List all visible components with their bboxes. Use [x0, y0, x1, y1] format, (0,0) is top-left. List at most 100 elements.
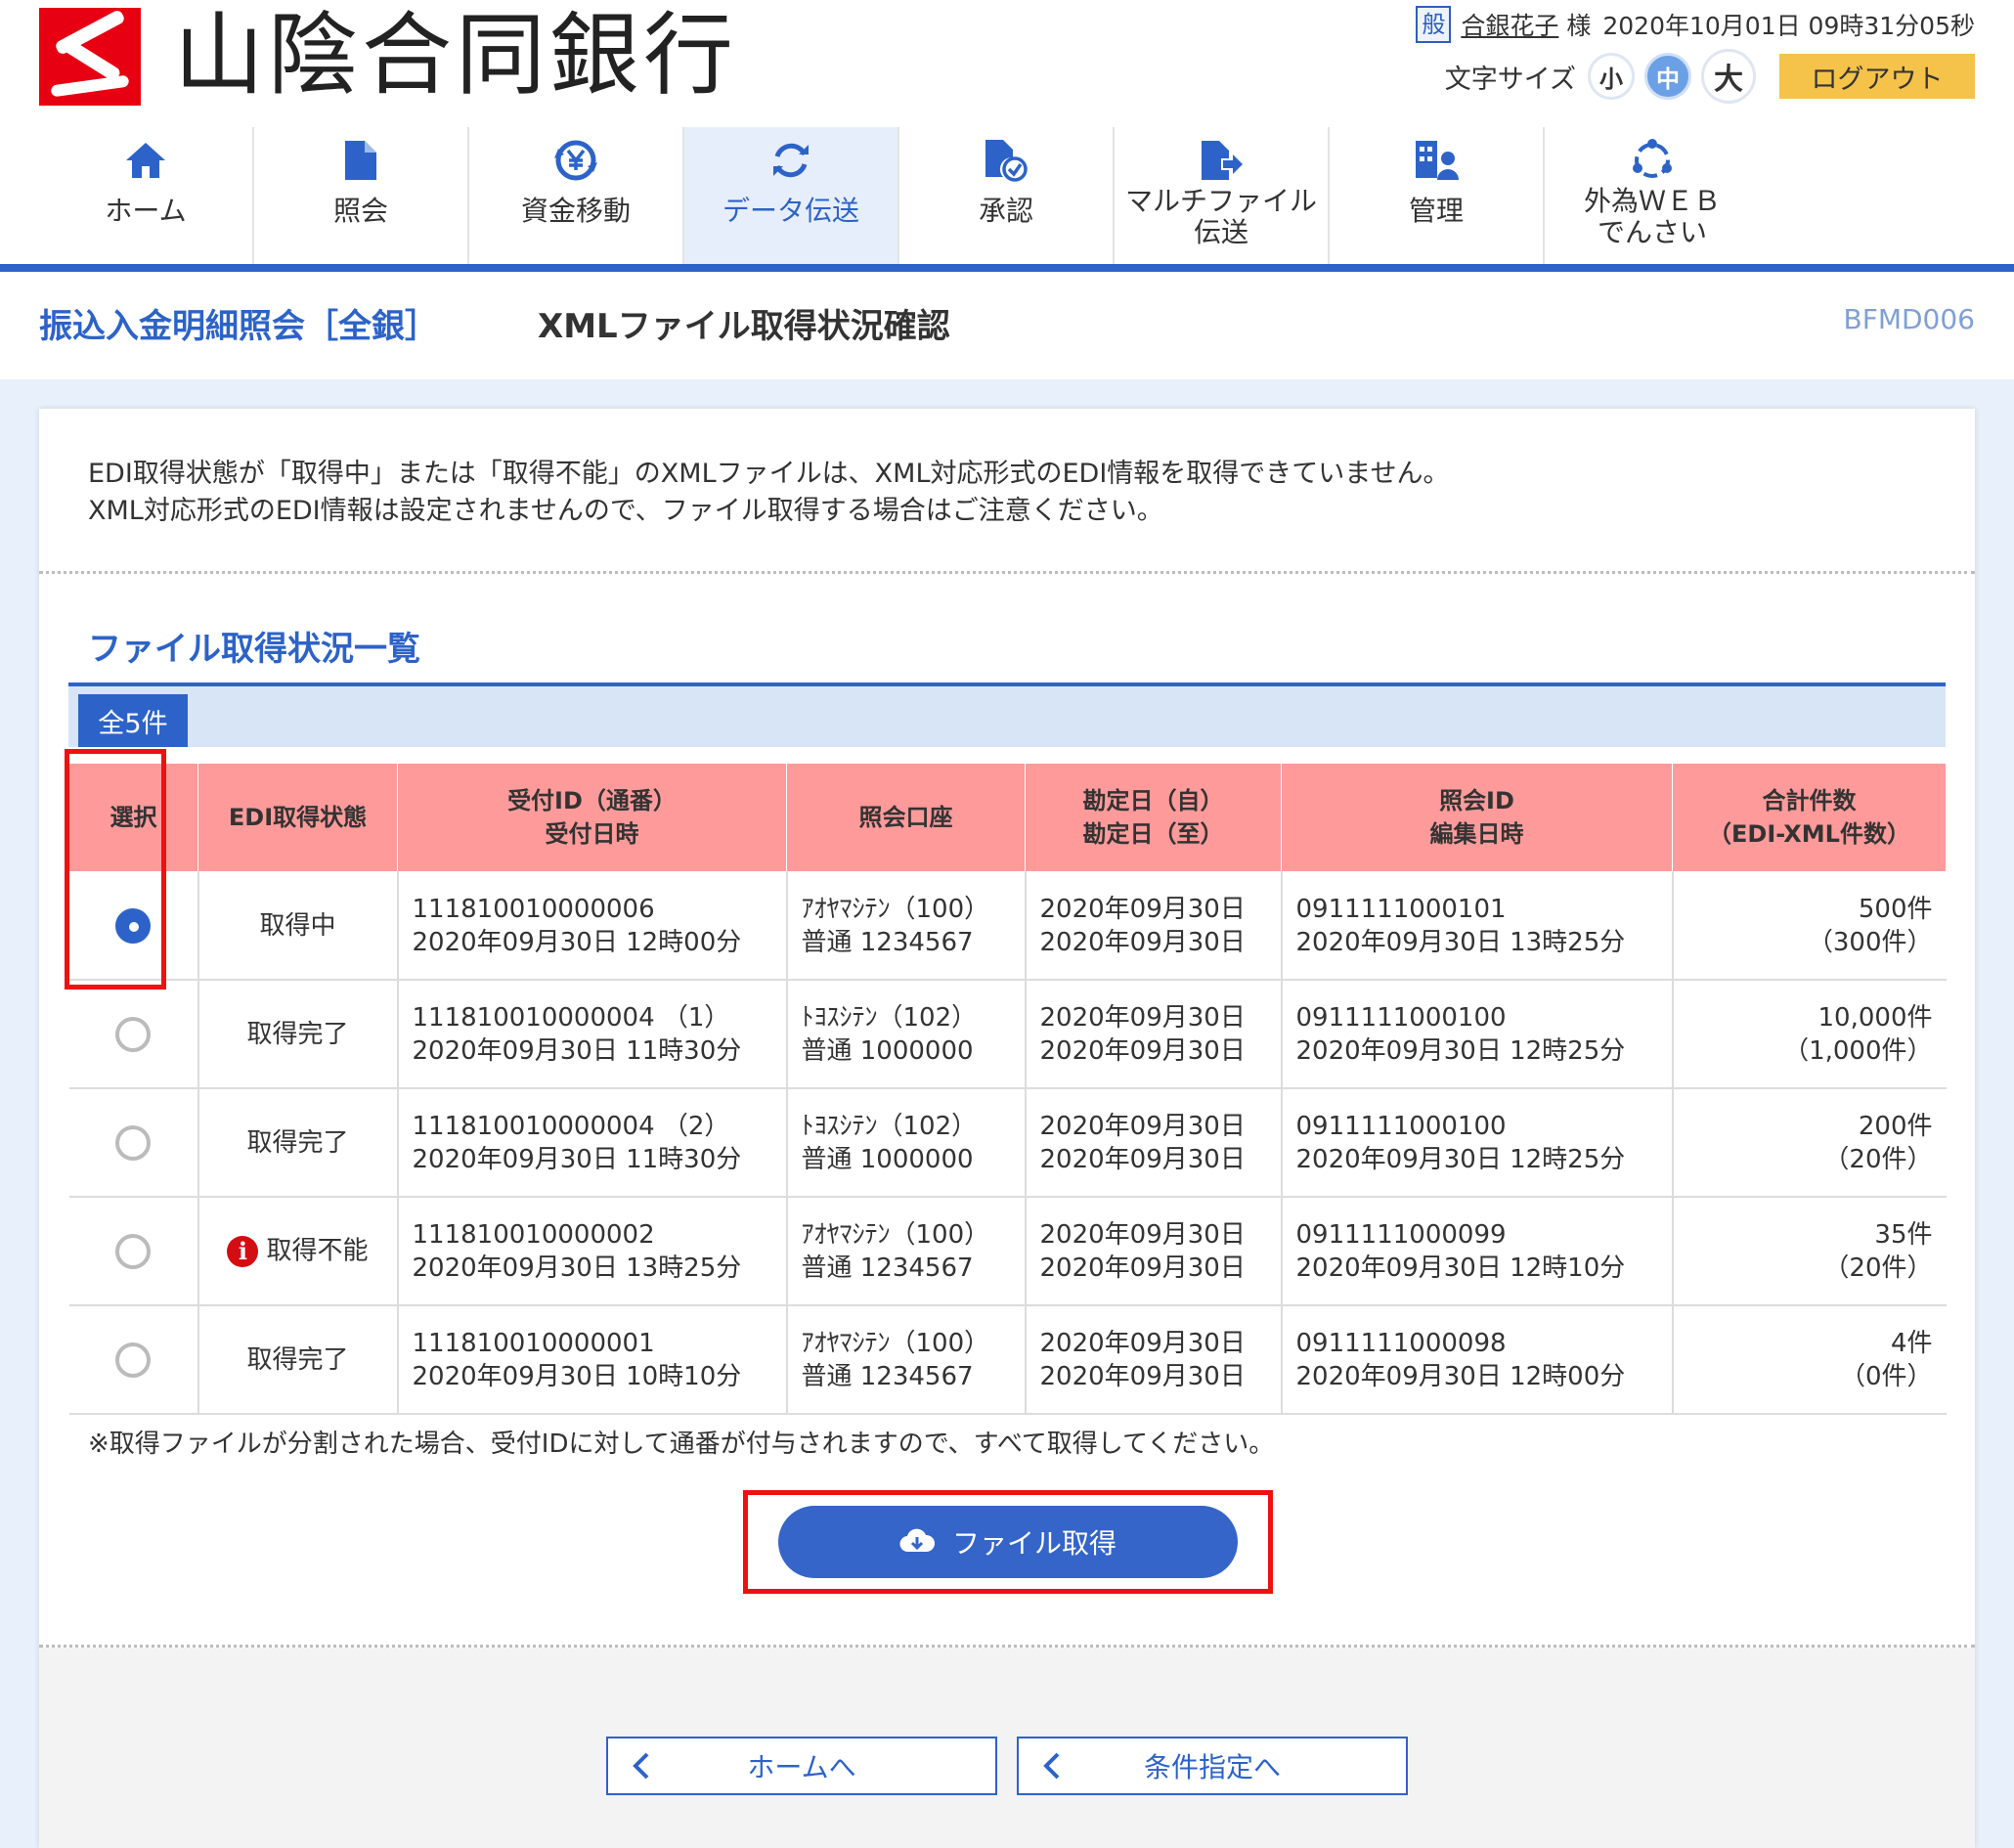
account-branch: ｱｵﾔﾏｼﾃﾝ（100）	[801, 1328, 990, 1358]
nav-foreign-exchange-label: 外為ＷＥＢ でんさい	[1583, 185, 1721, 248]
date-cell: 2020年09月30日 2020年09月30日	[1025, 1197, 1283, 1306]
count-cell: 10,000件 （1,000件）	[1672, 980, 1947, 1089]
query-id: 0911111000100	[1295, 1002, 1507, 1033]
nav-multi-file-transfer[interactable]: マルチファイル 伝送	[1115, 127, 1330, 264]
user-type-badge: 般	[1416, 6, 1452, 43]
nav-inquiry[interactable]: 照会	[254, 127, 469, 264]
table-row[interactable]: 取得中 111810010000006 2020年09月30日 12時00分 ｱｵ…	[68, 871, 1947, 981]
edit-datetime: 2020年09月30日 13時25分	[1295, 927, 1626, 957]
edi-status: 取得完了	[197, 1305, 399, 1415]
table-row[interactable]: 取得完了 111810010000004 （1） 2020年09月30日 11時3…	[68, 980, 1947, 1089]
table-row[interactable]: 取得完了 111810010000001 2020年09月30日 10時10分 ｱ…	[68, 1305, 1947, 1415]
accept-cell: 111810010000001 2020年09月30日 10時10分	[397, 1305, 788, 1415]
table-header-row: 選択 EDI取得状態 受付ID（通番） 受付日時 照会口座 勘定日（自） 勘定日…	[68, 763, 1947, 872]
select-radio[interactable]	[115, 1016, 151, 1052]
edit-datetime: 2020年09月30日 12時00分	[1295, 1361, 1626, 1391]
nav-approval[interactable]: 承認	[899, 127, 1115, 264]
col-header-select: 選択	[68, 763, 198, 872]
total-count-badge: 全5件	[78, 694, 188, 747]
select-radio[interactable]	[115, 907, 151, 944]
font-size-label: 文字サイズ	[1444, 64, 1576, 95]
nav-data-transmission[interactable]: データ伝送	[684, 127, 899, 264]
col-header-account: 照会口座	[786, 763, 1026, 872]
nav-management-label: 管理	[1408, 195, 1464, 227]
edi-status: 取得完了	[197, 980, 399, 1089]
header: 山陰合同銀行 般 合銀花子 様 2020年10月01日 09時31分05秒 文字…	[0, 0, 2014, 127]
accept-cell: 111810010000004 （2） 2020年09月30日 11時30分	[397, 1088, 788, 1198]
count-strip: 全5件	[68, 686, 1946, 747]
accept-id: 111810010000004 （1）	[412, 1002, 730, 1033]
back-to-home-button[interactable]: ホームへ	[606, 1737, 997, 1795]
font-large-button[interactable]: 大	[1701, 49, 1756, 104]
footnote: ※取得ファイルが分割された場合、受付IDに対して通番が付与されますので、すべて取…	[88, 1430, 1275, 1459]
account-branch: ﾄﾖｽｼﾃﾝ（102）	[801, 1002, 978, 1033]
font-size-controls: 文字サイズ 小 中 大 ログアウト	[1445, 49, 1975, 104]
nav-inquiry-label: 照会	[332, 195, 388, 227]
error-info-icon: i	[227, 1235, 259, 1267]
total-count: 500件	[1858, 894, 1933, 924]
account-number: 普通 1000000	[801, 1144, 974, 1174]
file-transfer-icon	[1200, 137, 1243, 184]
accept-datetime: 2020年09月30日 10時10分	[412, 1361, 742, 1391]
select-cell	[68, 980, 199, 1089]
date-cell: 2020年09月30日 2020年09月30日	[1025, 871, 1283, 981]
xml-count: （1,000件）	[1783, 1035, 1933, 1066]
query-cell: 0911111000100 2020年09月30日 12時25分	[1281, 1088, 1674, 1198]
nav-home[interactable]: ホーム	[39, 127, 254, 264]
select-cell	[68, 1197, 199, 1306]
date-to: 2020年09月30日	[1039, 1253, 1246, 1283]
date-cell: 2020年09月30日 2020年09月30日	[1025, 1305, 1283, 1415]
col-header-query-id: 照会ID 編集日時	[1281, 763, 1673, 872]
edi-status-cell: i 取得不能	[197, 1197, 399, 1306]
main-nav: ホーム 照会 資金移動 データ伝送 承認 マルチファイル 伝送 管理 外為ＷＥＢ…	[0, 127, 2014, 272]
query-cell: 0911111000101 2020年09月30日 13時25分	[1281, 871, 1674, 981]
document-icon	[343, 137, 378, 184]
cloud-download-icon	[899, 1528, 935, 1556]
edit-datetime: 2020年09月30日 12時25分	[1295, 1144, 1626, 1174]
user-name-link[interactable]: 合銀花子	[1461, 7, 1558, 42]
col-header-accept-id: 受付ID（通番） 受付日時	[397, 763, 787, 872]
query-id: 0911111000099	[1295, 1219, 1507, 1250]
count-cell: 500件 （300件）	[1672, 871, 1947, 981]
back-to-conditions-label: 条件指定へ	[1143, 1751, 1281, 1783]
query-id: 0911111000100	[1295, 1111, 1507, 1141]
nav-fund-transfer-label: 資金移動	[520, 195, 631, 227]
nav-foreign-exchange[interactable]: 外為ＷＥＢ でんさい	[1545, 127, 1760, 264]
query-cell: 0911111000098 2020年09月30日 12時00分	[1281, 1305, 1674, 1415]
select-radio[interactable]	[115, 1124, 151, 1161]
account-number: 普通 1000000	[801, 1035, 974, 1066]
back-to-home-label: ホームへ	[747, 1751, 856, 1783]
select-radio[interactable]	[115, 1233, 151, 1269]
count-cell: 200件 （20件）	[1672, 1088, 1947, 1198]
login-datetime: 2020年10月01日 09時31分05秒	[1602, 12, 1975, 40]
date-cell: 2020年09月30日 2020年09月30日	[1025, 1088, 1283, 1198]
account-cell: ｱｵﾔﾏｼﾃﾝ（100） 普通 1234567	[786, 1305, 1027, 1415]
query-id: 0911111000101	[1295, 894, 1507, 924]
file-download-button[interactable]: ファイル取得	[778, 1506, 1238, 1578]
select-radio[interactable]	[115, 1342, 151, 1378]
table-row[interactable]: 取得完了 111810010000004 （2） 2020年09月30日 11時3…	[68, 1088, 1947, 1198]
file-download-label: ファイル取得	[951, 1527, 1116, 1560]
screen-code: BFMD006	[1843, 303, 1975, 335]
table-row[interactable]: i 取得不能 111810010000002 2020年09月30日 13時25分 …	[68, 1197, 1947, 1306]
nav-fund-transfer[interactable]: 資金移動	[469, 127, 684, 264]
date-from: 2020年09月30日	[1039, 1328, 1246, 1358]
xml-count: （0件）	[1839, 1361, 1933, 1391]
title-bar: 振込入金明細照会［全銀］ XMLファイル取得状況確認 BFMD006	[0, 272, 2014, 379]
xml-count: （20件）	[1823, 1144, 1933, 1174]
accept-id: 111810010000001	[412, 1328, 655, 1358]
back-to-conditions-button[interactable]: 条件指定へ	[1017, 1737, 1408, 1795]
edi-status: 取得中	[197, 871, 399, 981]
accept-id: 111810010000002	[412, 1219, 655, 1250]
date-from: 2020年09月30日	[1039, 894, 1246, 924]
nav-management[interactable]: 管理	[1330, 127, 1545, 264]
chevron-left-icon	[632, 1751, 661, 1781]
logout-button[interactable]: ログアウト	[1779, 54, 1975, 99]
bank-logo-icon	[39, 8, 141, 106]
query-id: 0911111000098	[1295, 1328, 1507, 1358]
page-subtitle: XMLファイル取得状況確認	[538, 307, 950, 346]
font-medium-button[interactable]: 中	[1644, 53, 1691, 100]
accept-id: 111810010000006	[412, 894, 655, 924]
font-small-button[interactable]: 小	[1588, 53, 1635, 100]
accept-cell: 111810010000002 2020年09月30日 13時25分	[397, 1197, 788, 1306]
